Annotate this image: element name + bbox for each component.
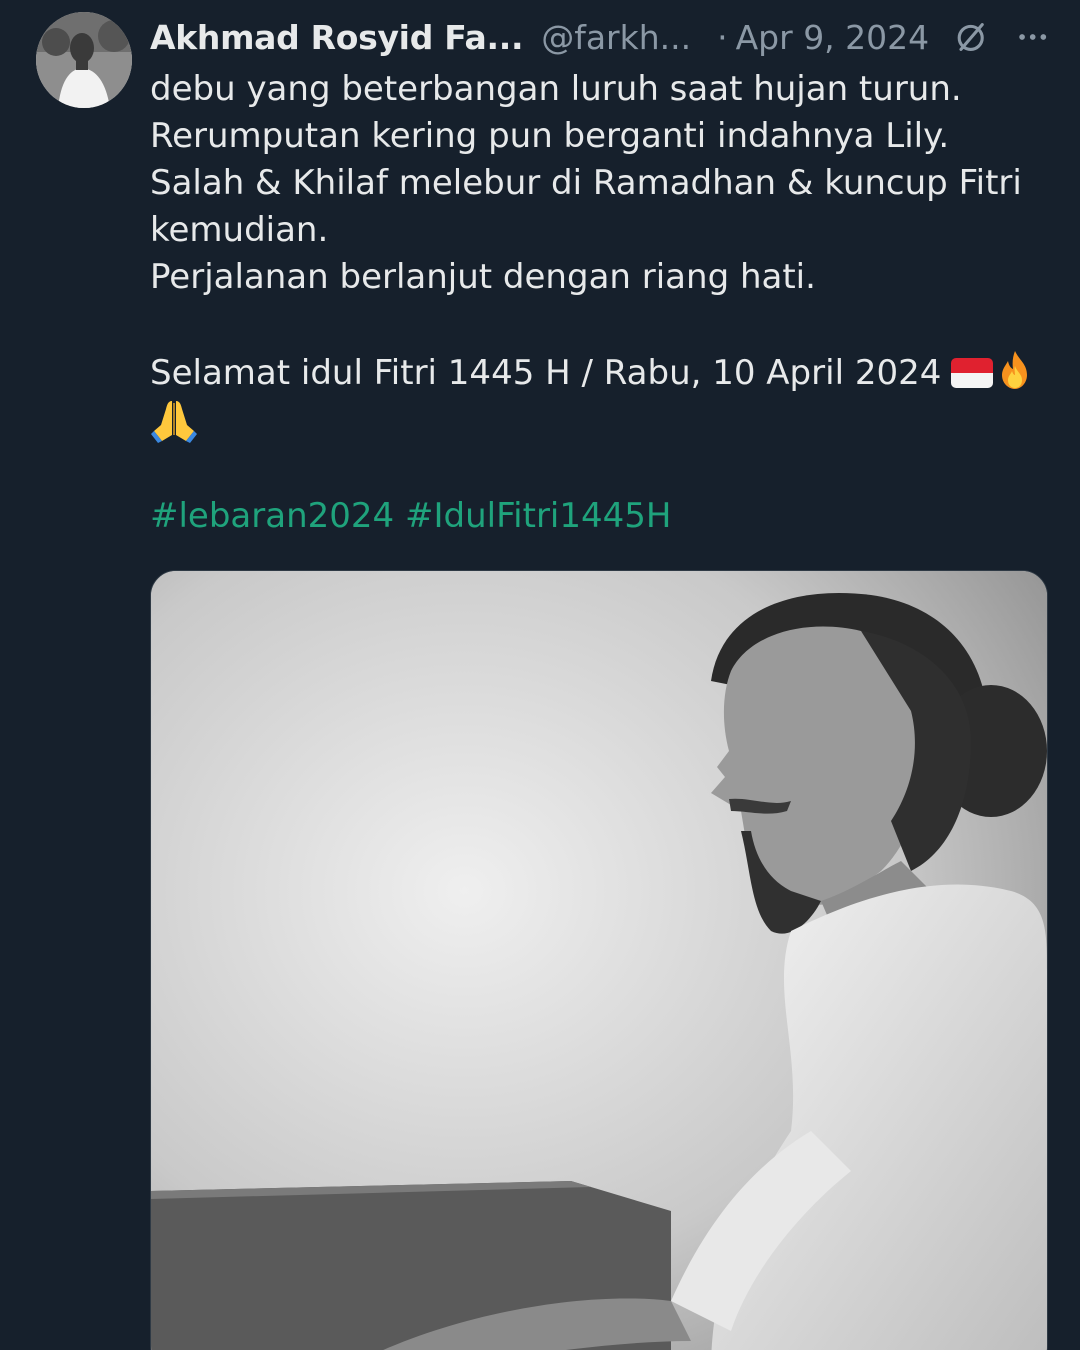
post-text: debu yang beterbangan luruh saat hujan t… xyxy=(150,66,1050,448)
grok-icon[interactable] xyxy=(953,17,988,57)
more-icon[interactable] xyxy=(1015,17,1050,57)
folded-hands-line xyxy=(150,397,1050,448)
post-date[interactable]: Apr 9, 2024 xyxy=(736,18,930,57)
post-text-line: debu yang beterbangan luruh saat hujan t… xyxy=(150,69,962,109)
folded-hands-icon xyxy=(151,401,197,443)
author-name[interactable]: Akhmad Rosyid Fa... xyxy=(150,18,524,57)
post-text-line: Salah & Khilaf melebur di Ramadhan & kun… xyxy=(150,163,1022,203)
avatar[interactable] xyxy=(36,12,132,108)
indonesia-flag-icon xyxy=(951,358,994,388)
post-photo[interactable] xyxy=(150,570,1048,1350)
hashtags: #lebaran2024 #IdulFitri1445H xyxy=(150,493,671,540)
hashtag-link[interactable]: #IdulFitri1445H xyxy=(405,496,671,536)
author-handle[interactable]: @farkh... xyxy=(541,18,691,57)
tweet[interactable]: Akhmad Rosyid Fa... @farkh... · Apr 9, 2… xyxy=(0,0,1080,1350)
avatar-image xyxy=(36,12,132,108)
fire-icon xyxy=(1002,351,1028,389)
photo-image xyxy=(151,571,1047,1350)
greeting-text: Selamat idul Fitri 1445 H / Rabu, 10 Apr… xyxy=(150,353,942,393)
separator-dot: · xyxy=(717,17,728,57)
post-header: Akhmad Rosyid Fa... @farkh... · Apr 9, 2… xyxy=(150,12,1050,62)
post-text-line: Perjalanan berlanjut dengan riang hati. xyxy=(150,257,816,297)
post-text-line: Rerumputan kering pun berganti indahnya … xyxy=(150,116,950,156)
hashtag-link[interactable]: #lebaran2024 xyxy=(150,496,394,536)
greeting-line: Selamat idul Fitri 1445 H / Rabu, 10 Apr… xyxy=(150,348,1050,397)
post-text-line: kemudian. xyxy=(150,210,329,250)
